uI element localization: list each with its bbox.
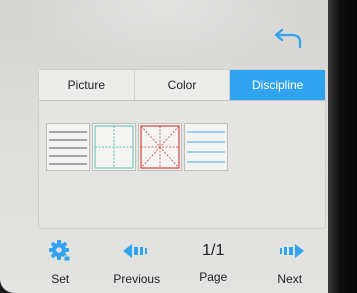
left-arrow-icon — [122, 244, 147, 258]
page-count: 1/1 — [202, 242, 225, 259]
next-button[interactable]: Next — [255, 238, 325, 286]
tab-bar: Picture Color Discipline — [39, 70, 326, 101]
rice-character-grid-template[interactable] — [138, 123, 182, 171]
return-arrow-icon — [274, 28, 302, 49]
page-label: Page — [199, 270, 228, 284]
next-label: Next — [277, 272, 303, 286]
tab-color[interactable]: Color — [135, 70, 231, 100]
back-button[interactable] — [272, 22, 306, 52]
bottom-toolbar: Set Previous 1/1 Page Next — [22, 232, 328, 293]
page-indicator: 1/1 Page — [178, 238, 248, 284]
blue-ruled-lines-template[interactable] — [184, 123, 228, 171]
tab-discipline[interactable]: Discipline — [230, 70, 326, 100]
template-list — [46, 123, 228, 173]
gear-icon — [49, 240, 71, 262]
right-arrow-icon — [279, 244, 304, 258]
template-panel: Picture Color Discipline — [39, 70, 326, 228]
device-bezel — [328, 0, 357, 293]
previous-label: Previous — [113, 272, 161, 286]
horizontal-lines-template[interactable] — [46, 123, 90, 171]
tab-picture[interactable]: Picture — [39, 70, 135, 100]
app-screen: Picture Color Discipline Set Previous 1/… — [0, 0, 328, 293]
previous-button[interactable]: Previous — [102, 238, 172, 286]
set-button[interactable]: Set — [25, 238, 95, 286]
set-label: Set — [51, 272, 70, 286]
four-square-grid-template[interactable] — [92, 123, 136, 171]
